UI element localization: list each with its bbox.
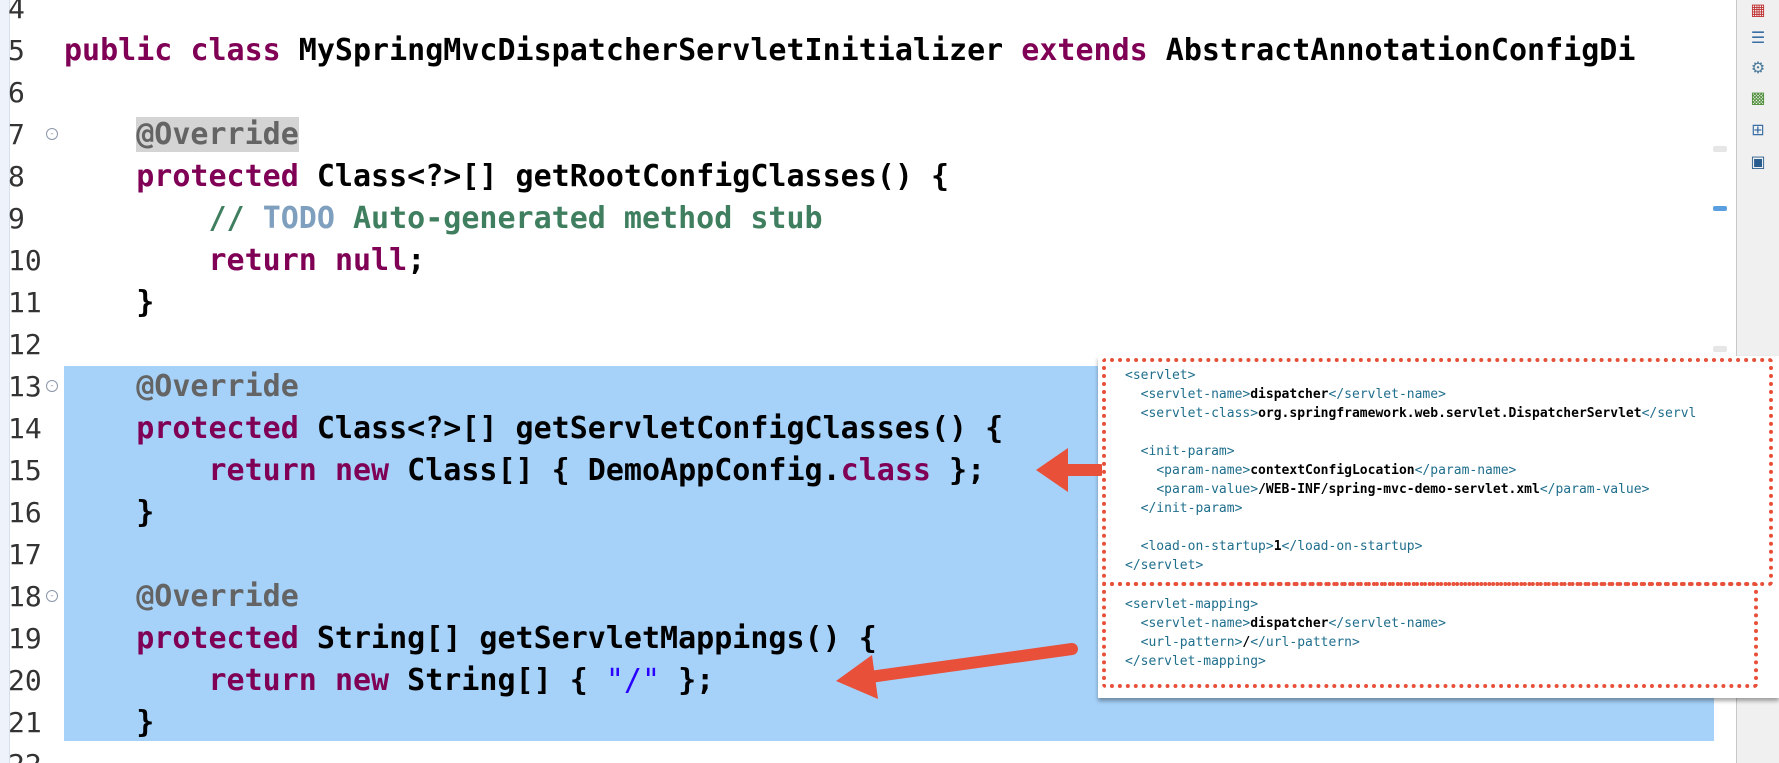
code-line[interactable]: 7 - @Override	[0, 114, 1714, 156]
fold-toggle-icon[interactable]: -	[46, 380, 58, 392]
line-number: 15	[8, 454, 42, 487]
code-line[interactable]: 5 public class MySpringMvcDispatcherServl…	[0, 30, 1714, 72]
arrow-to-config-classes	[1036, 448, 1102, 492]
code-line[interactable]: 9 // TODO Auto-generated method stub	[0, 198, 1714, 240]
line-number: 19	[8, 622, 42, 655]
code-line[interactable]: 6	[0, 72, 1714, 114]
outline-icon[interactable]: ▦	[1748, 0, 1768, 20]
hierarchy-icon[interactable]: ⊞	[1748, 120, 1768, 140]
code-text: }	[64, 495, 155, 530]
code-text: public class MySpringMvcDispatcherServle…	[64, 33, 1636, 68]
code-text: return new Class[] { DemoAppConfig.class…	[208, 453, 986, 488]
code-line[interactable]: 22	[0, 744, 1714, 763]
servlet-highlight-box	[1102, 358, 1773, 586]
web-xml-snippet: <servlet> <servlet-name>dispatcher</serv…	[1098, 356, 1779, 698]
code-text: }	[64, 705, 155, 740]
code-text: }	[64, 285, 155, 320]
line-number: 14	[8, 412, 42, 445]
line-number: 8	[8, 160, 25, 193]
line-number: 16	[8, 496, 42, 529]
fold-toggle-icon[interactable]: -	[46, 128, 58, 140]
sliders-icon[interactable]: ⚙	[1748, 58, 1768, 78]
arrow-to-servlet-mappings	[836, 643, 1078, 699]
overview-marker[interactable]	[1713, 346, 1727, 352]
line-number: 4	[8, 0, 25, 25]
code-text: protected Class<?>[] getRootConfigClasse…	[136, 159, 950, 194]
code-text: // TODO Auto-generated method stub	[208, 201, 823, 236]
code-text: protected String[] getServletMappings() …	[136, 621, 877, 656]
code-line[interactable]: 10 return null;	[0, 240, 1714, 282]
line-number: 11	[8, 286, 42, 319]
line-number: 12	[8, 328, 42, 361]
code-text: return new String[] { "/" };	[208, 663, 715, 698]
line-number: 21	[8, 706, 42, 739]
line-number: 20	[8, 664, 42, 697]
task-list-icon[interactable]: ☰	[1748, 28, 1768, 48]
fold-toggle-icon[interactable]: -	[46, 590, 58, 602]
line-number: 6	[8, 76, 25, 109]
mapping-highlight-box	[1102, 582, 1758, 688]
code-line[interactable]: 21 }	[0, 702, 1714, 744]
code-text: return null;	[208, 243, 426, 278]
line-number: 9	[8, 202, 25, 235]
code-line[interactable]: 8 protected Class<?>[] getRootConfigClas…	[0, 156, 1714, 198]
line-number: 10	[8, 244, 42, 277]
code-line[interactable]: 4	[0, 0, 1714, 30]
code-line[interactable]: 11 }	[0, 282, 1714, 324]
line-number: 17	[8, 538, 42, 571]
line-number: 18	[8, 580, 42, 613]
line-number: 13	[8, 370, 42, 403]
line-number: 5	[8, 34, 25, 67]
code-text: protected Class<?>[] getServletConfigCla…	[136, 411, 1004, 446]
overview-marker-current[interactable]	[1713, 206, 1727, 211]
map-icon[interactable]: ▩	[1748, 88, 1768, 108]
line-number: 22	[8, 744, 50, 763]
code-text: @Override	[136, 369, 299, 404]
overview-marker[interactable]	[1713, 146, 1727, 152]
line-number: 7	[8, 118, 25, 151]
code-text: @Override	[136, 579, 299, 614]
code-text: @Override	[136, 117, 299, 152]
console-icon[interactable]: ▣	[1748, 152, 1768, 172]
